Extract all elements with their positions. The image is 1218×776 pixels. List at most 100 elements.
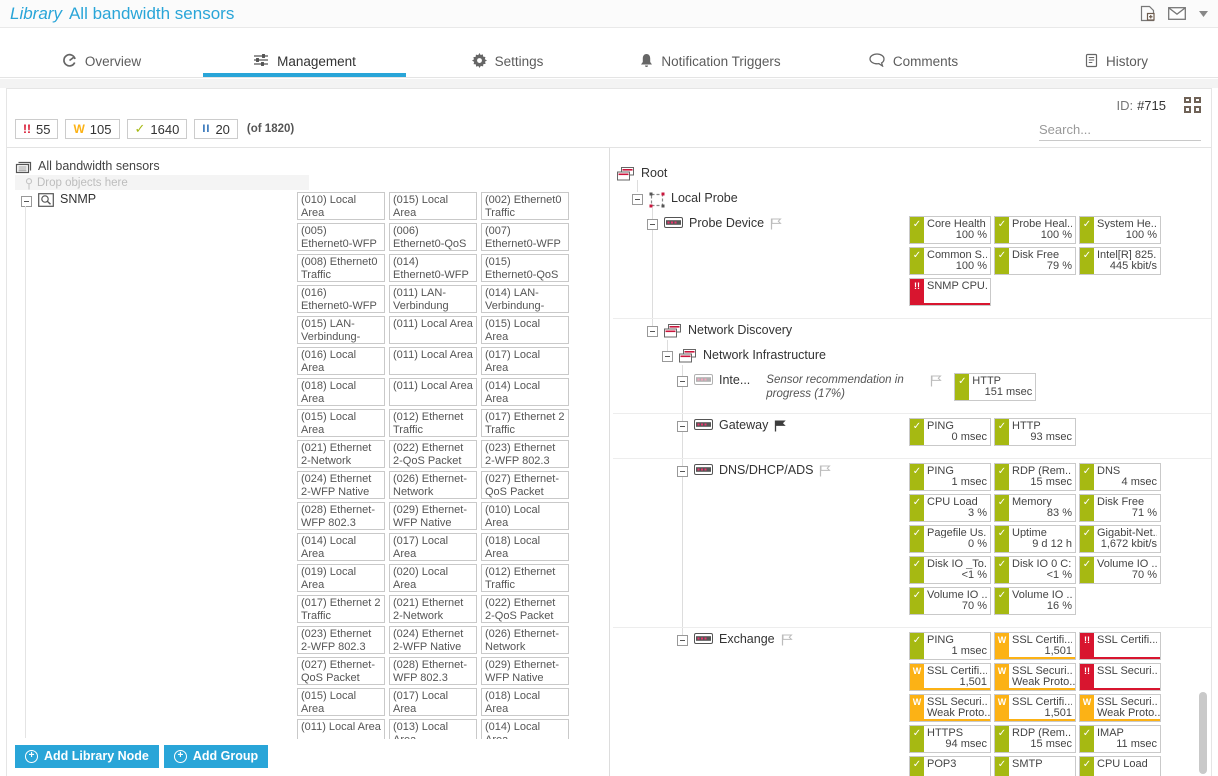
library-sensor-tile[interactable]: (015) Local Area <box>481 316 569 344</box>
tab-comments[interactable]: Comments <box>812 48 1015 77</box>
sensor-tile[interactable]: ✓HTTP93 msec <box>994 418 1076 446</box>
sensor-tile[interactable]: ✓Intel[R] 825...445 kbit/s <box>1079 247 1161 275</box>
library-root-node[interactable]: All bandwidth sensors <box>15 157 160 174</box>
library-sensor-tile[interactable]: (014) LAN-Verbindung-QoS <box>481 285 569 313</box>
sensor-tile[interactable]: ✓Disk IO _To...<1 % <box>909 556 991 584</box>
library-sensor-tile[interactable]: (024) Ethernet 2-WFP Native <box>297 471 385 499</box>
sensor-tile[interactable]: ✓Disk IO 0 C:<1 % <box>994 556 1076 584</box>
sensor-tile[interactable]: ✓Uptime9 d 12 h <box>994 525 1076 553</box>
library-sensor-tile[interactable]: (017) Local Area <box>389 688 477 716</box>
collapse-toggle[interactable] <box>647 219 658 230</box>
sensor-tile[interactable]: !!SNMP CPU... <box>909 278 991 306</box>
library-sensor-tile[interactable]: (013) Local Area <box>389 719 477 739</box>
sensor-tile[interactable]: ✓System He...100 % <box>1079 216 1161 244</box>
library-sensor-tile[interactable]: (028) Ethernet-WFP 802.3 <box>389 657 477 685</box>
collapse-toggle[interactable] <box>21 196 32 207</box>
library-sensor-tile[interactable]: (005) Ethernet0-WFP Native <box>297 223 385 251</box>
library-sensor-tile[interactable]: (024) Ethernet 2-WFP Native <box>389 626 477 654</box>
tab-notification-triggers[interactable]: Notification Triggers <box>609 48 812 77</box>
tree-node-name[interactable]: Inte... <box>719 372 750 389</box>
library-sensor-tile[interactable]: (017) Local Area <box>389 533 477 561</box>
sensor-tile[interactable]: WSSL Securi...Weak Proto... <box>994 663 1076 691</box>
sensor-tile[interactable]: ✓RDP (Rem...15 msec <box>994 725 1076 753</box>
new-report-icon[interactable] <box>1140 5 1155 22</box>
tree-node-name[interactable]: Network Discovery <box>688 322 792 339</box>
sensor-tile[interactable]: ✓Volume IO ...70 % <box>1079 556 1161 584</box>
library-sensor-tile[interactable]: (014) Local Area <box>481 378 569 406</box>
library-node-snmp[interactable]: SNMP <box>21 191 96 207</box>
library-sensor-tile[interactable]: (018) Local Area <box>297 378 385 406</box>
sensor-tile[interactable]: ✓IMAP11 msec <box>1079 725 1161 753</box>
sensor-tile[interactable]: ✓Volume IO ...70 % <box>909 587 991 615</box>
library-sensor-tile[interactable]: (014) Local Area <box>481 719 569 739</box>
sensor-tile[interactable]: !!SSL Securi... <box>1079 663 1161 691</box>
library-sensor-tile[interactable]: (011) Local Area <box>389 316 477 344</box>
tab-management[interactable]: Management <box>203 48 406 77</box>
tab-overview[interactable]: Overview <box>0 48 203 77</box>
sensor-tile[interactable]: !!SSL Certifi... <box>1079 632 1161 660</box>
library-sensor-tile[interactable]: (007) Ethernet0-WFP 802.3 <box>481 223 569 251</box>
tree-node-name[interactable]: Local Probe <box>671 190 738 207</box>
caret-down-icon[interactable] <box>1199 11 1208 17</box>
library-sensor-tile[interactable]: (026) Ethernet-Network <box>389 471 477 499</box>
library-sensor-tile[interactable]: (020) Local Area <box>389 564 477 592</box>
library-sensor-tile[interactable]: (011) LAN-Verbindung <box>389 285 477 313</box>
library-sensor-tile[interactable]: (017) Ethernet 2 Traffic <box>297 595 385 623</box>
library-sensor-tile[interactable]: (014) Ethernet0-WFP Native <box>389 254 477 282</box>
library-sensor-tile[interactable]: (027) Ethernet-QoS Packet <box>481 471 569 499</box>
collapse-toggle[interactable] <box>677 376 688 387</box>
sensor-tile[interactable]: ✓PING1 msec <box>909 632 991 660</box>
library-sensor-tile[interactable]: (017) Ethernet 2 Traffic <box>481 409 569 437</box>
library-sensor-tile[interactable]: (023) Ethernet 2-WFP 802.3 <box>297 626 385 654</box>
tree-node-name[interactable]: Probe Device <box>689 215 764 232</box>
library-sensor-tile[interactable]: (028) Ethernet-WFP 802.3 <box>297 502 385 530</box>
status-badge-error[interactable]: !!55 <box>15 119 58 139</box>
library-sensor-tile[interactable]: (022) Ethernet 2-QoS Packet <box>389 440 477 468</box>
library-sensor-tile[interactable]: (015) LAN-Verbindung- <box>297 316 385 344</box>
email-icon[interactable] <box>1168 7 1186 20</box>
collapse-toggle[interactable] <box>647 326 658 337</box>
library-sensor-tile[interactable]: (016) Local Area <box>297 347 385 375</box>
sensor-tile[interactable]: ✓PING0 msec <box>909 418 991 446</box>
drop-target[interactable]: Drop objects here <box>15 175 309 190</box>
add-library-node-button[interactable]: +Add Library Node <box>15 745 159 768</box>
library-sensor-tile[interactable]: (019) Local Area <box>297 564 385 592</box>
library-sensor-tile[interactable]: (011) Local Area <box>389 378 477 406</box>
sensor-tile[interactable]: ✓Disk Free71 % <box>1079 494 1161 522</box>
sensor-tile[interactable]: ✓CPU Load <box>1079 756 1161 776</box>
status-badge-warning[interactable]: W105 <box>65 119 119 139</box>
library-sensor-tile[interactable]: (015) Ethernet0-QoS Packet <box>481 254 569 282</box>
library-sensor-tile[interactable]: (026) Ethernet-Network <box>481 626 569 654</box>
sensor-tile[interactable]: ✓Disk Free79 % <box>994 247 1076 275</box>
sensor-tile[interactable]: ✓Gigabit-Net...1,672 kbit/s <box>1079 525 1161 553</box>
library-sensor-tile[interactable]: (008) Ethernet0 Traffic <box>297 254 385 282</box>
sensor-tile[interactable]: WSSL Securi...Weak Proto... <box>1079 694 1161 722</box>
sensor-tile[interactable]: ✓POP3 <box>909 756 991 776</box>
library-sensor-tile[interactable]: (002) Ethernet0 Traffic <box>481 192 569 220</box>
status-badge-paused[interactable]: II20 <box>194 119 238 139</box>
sensor-tile[interactable]: ✓Memory83 % <box>994 494 1076 522</box>
sensor-tile[interactable]: WSSL Certifi...1,501 <box>909 663 991 691</box>
library-sensor-tile[interactable]: (021) Ethernet 2-Network <box>389 595 477 623</box>
search-input[interactable] <box>1039 120 1212 139</box>
tab-settings[interactable]: Settings <box>406 48 609 77</box>
library-sensor-tile[interactable]: (021) Ethernet 2-Network <box>297 440 385 468</box>
sensor-tile[interactable]: ✓PING1 msec <box>909 463 991 491</box>
status-badge-ok[interactable]: ✓1640 <box>127 119 188 139</box>
tree-node-name[interactable]: DNS/DHCP/ADS <box>719 462 813 479</box>
library-sensor-tile[interactable]: (010) Local Area <box>481 502 569 530</box>
library-sensor-tile[interactable]: (010) Local Area <box>297 192 385 220</box>
sensor-tile[interactable]: ✓CPU Load3 % <box>909 494 991 522</box>
library-sensor-tile[interactable]: (015) Local Area <box>297 409 385 437</box>
library-sensor-tile[interactable]: (015) Local Area <box>389 192 477 220</box>
sensor-tile[interactable]: ✓Volume IO ...16 % <box>994 587 1076 615</box>
sensor-tile[interactable]: ✓Core Health100 % <box>909 216 991 244</box>
scrollbar-thumb[interactable] <box>1199 692 1207 774</box>
library-sensor-tile[interactable]: (012) Ethernet Traffic <box>481 564 569 592</box>
sensor-tile[interactable]: ✓HTTP151 msec <box>954 373 1036 401</box>
sensor-tile[interactable]: ✓SMTP <box>994 756 1076 776</box>
library-sensor-tile[interactable]: (018) Local Area <box>481 688 569 716</box>
library-sensor-tile[interactable]: (023) Ethernet 2-WFP 802.3 <box>481 440 569 468</box>
library-sensor-tile[interactable]: (017) Local Area <box>481 347 569 375</box>
sensor-tile[interactable]: ✓Pagefile Us...0 % <box>909 525 991 553</box>
